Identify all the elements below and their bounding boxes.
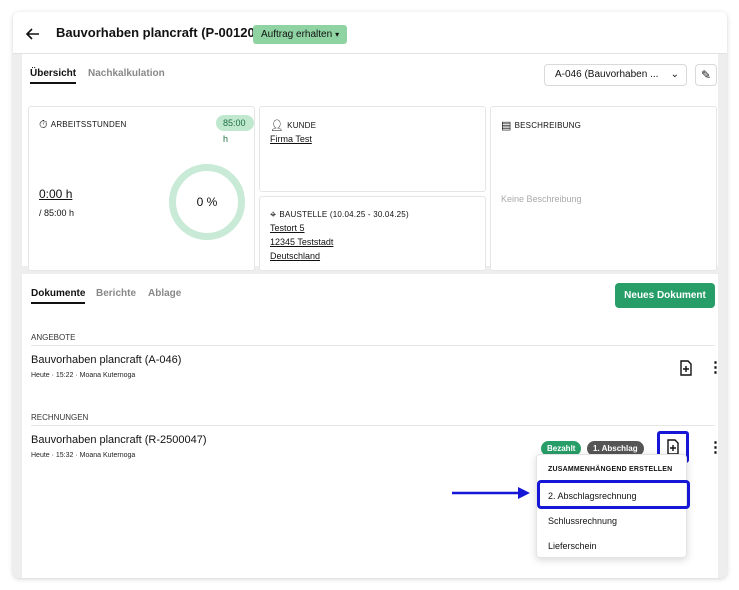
section-label-angebote: ANGEBOTE [31, 333, 76, 342]
hours-heading: ⏱ ARBEITSSTUNDEN [39, 119, 127, 131]
new-document-button[interactable]: Neues Dokument [615, 283, 715, 308]
section-label-rechnungen: RECHNUNGEN [31, 413, 89, 422]
arrow-left-icon [25, 28, 39, 40]
customer-card: 👤︎ KUNDE Firma Test [259, 106, 486, 192]
chevron-down-icon: ▾ [335, 30, 340, 39]
description-card: ▤ BESCHREIBUNG Keine Beschreibung [490, 106, 717, 271]
menu-item-lieferschein[interactable]: Lieferschein [548, 541, 597, 551]
back-button[interactable] [22, 23, 44, 45]
tab-uebersicht[interactable]: Übersicht [30, 68, 77, 84]
stopwatch-icon: ⏱ [39, 119, 48, 131]
worked-hours[interactable]: 0:00 h [39, 187, 72, 201]
file-plus-icon [680, 360, 692, 376]
tab-ablage[interactable]: Ablage [148, 288, 181, 299]
offer-select-value: A-046 (Bauvorhaben ... [555, 69, 659, 80]
description-placeholder: Keine Beschreibung [501, 194, 582, 204]
pointer-arrow-icon [452, 487, 530, 499]
site-heading: ⌖ BAUSTELLE (10.04.25 - 30.04.25) [270, 209, 409, 221]
create-related-button[interactable] [675, 357, 697, 379]
document-meta: Heute · 15:22 · Moana Kuternoga [31, 372, 136, 379]
planned-hours: / 85:00 h [39, 208, 75, 218]
status-label: Auftrag erhalten [261, 29, 333, 40]
message-icon: ▤ [501, 120, 512, 132]
more-vertical-icon[interactable]: ⋮ [708, 357, 723, 379]
customer-heading: 👤︎ KUNDE [270, 120, 317, 132]
tab-nachkalkulation[interactable]: Nachkalkulation [88, 68, 165, 79]
pencil-icon: ✎ [700, 68, 712, 82]
description-heading: ▤ BESCHREIBUNG [501, 120, 582, 132]
document-title[interactable]: Bauvorhaben plancraft (A-046) [31, 354, 181, 366]
page-header: Bauvorhaben plancraft (P-00120) Auftrag … [13, 12, 727, 54]
chevron-down-icon: ⌄ [670, 69, 679, 80]
progress-ring: 0 % [169, 164, 245, 240]
menu-item-schlussrechnung[interactable]: Schlussrechnung [548, 516, 617, 526]
status-dropdown[interactable]: Auftrag erhalten ▾ [253, 25, 348, 44]
overview-section: Übersicht Nachkalkulation A-046 (Bauvorh… [22, 54, 718, 271]
hours-badge: 85:00 h [216, 115, 254, 144]
offer-select[interactable]: A-046 (Bauvorhaben ... ⌄ [544, 64, 687, 86]
user-icon: 👤︎ [270, 120, 285, 132]
site-country-link[interactable]: Deutschland [270, 251, 320, 261]
site-card: ⌖ BAUSTELLE (10.04.25 - 30.04.25) Testort… [259, 196, 486, 271]
tab-berichte[interactable]: Berichte [96, 288, 136, 299]
file-plus-icon [667, 439, 679, 455]
highlight-box [537, 480, 690, 509]
edit-button[interactable]: ✎ [695, 64, 717, 86]
menu-heading: ZUSAMMENHÄNGEND ERSTELLEN [548, 466, 673, 473]
tab-dokumente[interactable]: Dokumente [31, 288, 86, 304]
site-city-link[interactable]: 12345 Teststadt [270, 237, 333, 247]
page-title: Bauvorhaben plancraft (P-00120) [56, 25, 260, 40]
more-vertical-icon[interactable]: ⋮ [708, 437, 723, 459]
site-dates: (10.04.25 - 30.04.25) [329, 210, 409, 219]
document-title[interactable]: Bauvorhaben plancraft (R-2500047) [31, 434, 207, 446]
customer-name-link[interactable]: Firma Test [270, 134, 312, 144]
site-street-link[interactable]: Testort 5 [270, 223, 305, 233]
divider [31, 345, 715, 346]
document-meta: Heute · 15:32 · Moana Kuternoga [31, 452, 136, 459]
divider [31, 425, 715, 426]
location-pin-icon: ⌖ [270, 209, 277, 221]
hours-card: ⏱ ARBEITSSTUNDEN 85:00 h 0:00 h / 85:00 h… [28, 106, 255, 271]
